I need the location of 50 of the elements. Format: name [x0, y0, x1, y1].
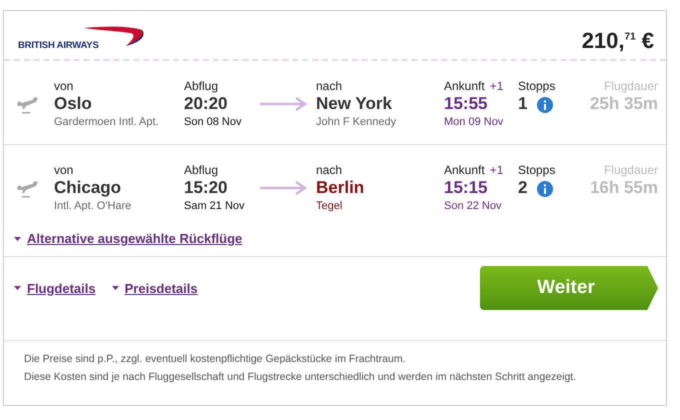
info-icon[interactable] [537, 97, 554, 113]
details-link[interactable]: Preisdetails [124, 280, 198, 296]
flight-duration: 25h 35m [590, 94, 658, 115]
price: 210,$^{71}$ € [582, 28, 654, 54]
arrow-icon [259, 181, 307, 195]
destination-label: nach [316, 79, 344, 94]
day-offset: +1 [490, 79, 504, 94]
alternative-flights-link[interactable]: Alternative ausgewählte Rückflüge [27, 231, 242, 246]
origin-city: Oslo [54, 94, 93, 115]
arrow-icon [259, 97, 307, 111]
caret-icon [112, 286, 119, 290]
destination-label: nach [316, 163, 344, 178]
caret-icon [14, 236, 21, 240]
departure-date: Sam 21 Nov [184, 200, 246, 212]
duration-label: Flugdauer [604, 79, 658, 94]
destination-airport: John F Kennedy [316, 116, 398, 128]
departure-time: 15:20 [184, 178, 228, 199]
arrival-label: Ankunft [444, 79, 485, 94]
flight-duration: 16h 55m [590, 178, 658, 199]
stops-count: 2 [518, 178, 528, 199]
airplane-icon [16, 95, 40, 115]
arrival-time: 15:55 [444, 94, 488, 115]
footnote: Die Preise sind p.P., zzgl. eventuell kostenpflichtige Gepäckstücke im Frachtraum. [24, 353, 406, 365]
origin-airport: Intl. Apt. O'Hare [54, 200, 132, 212]
arrival-date: Son 22 Nov [444, 200, 502, 212]
origin-city: Chicago [54, 178, 122, 199]
day-offset: +1 [490, 163, 504, 178]
departure-label: Abflug [184, 163, 220, 178]
airline-name: BRITISH AIRWAYS [18, 40, 99, 51]
airplane-icon [16, 179, 40, 199]
destination-airport: Tegel [316, 200, 344, 212]
duration-label: Flugdauer [604, 163, 658, 178]
departure-label: Abflug [184, 79, 220, 94]
destination-city: Berlin [316, 178, 366, 199]
origin-label: von [54, 79, 74, 94]
footnote: Diese Kosten sind je nach Fluggesellschaft und Flugstrecke unterschiedlich und werden im nächsten Schritt angezeigt. [24, 371, 578, 383]
caret-icon [14, 286, 21, 290]
info-icon[interactable] [537, 181, 554, 197]
destination-city: New York [316, 94, 393, 115]
departure-date: Son 08 Nov [184, 116, 242, 128]
arrival-time: 15:15 [444, 178, 488, 199]
origin-airport: Gardermoen Intl. Apt. [54, 116, 160, 128]
origin-label: von [54, 163, 74, 178]
arrival-label: Ankunft [444, 163, 485, 178]
stops-label: Stopps [518, 163, 556, 178]
stops-count: 1 [518, 94, 528, 115]
stops-label: Stopps [518, 79, 556, 94]
details-link[interactable]: Flugdetails [27, 280, 96, 296]
arrival-date: Mon 09 Nov [444, 116, 504, 128]
departure-time: 20:20 [184, 94, 228, 115]
